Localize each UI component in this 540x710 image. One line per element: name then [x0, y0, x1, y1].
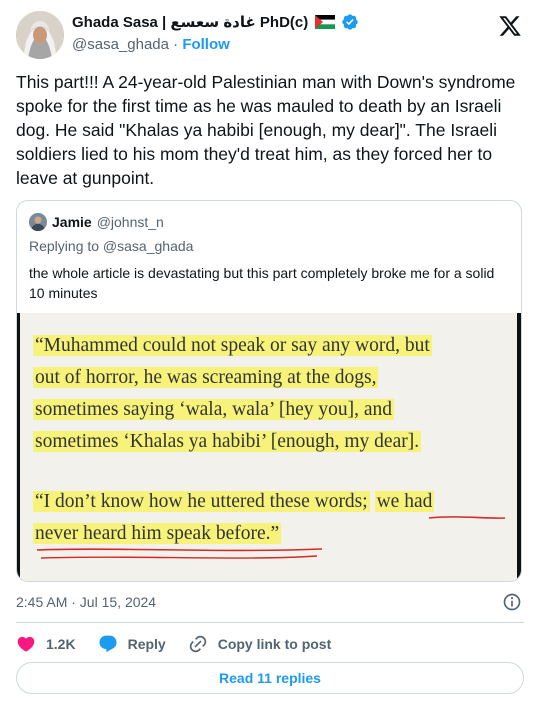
author-display-name[interactable]: Ghada Sasa | غادة سعسع PhD(c) — [72, 13, 308, 31]
copy-link-button[interactable]: Copy link to post — [188, 634, 332, 654]
red-underline-marks — [36, 516, 506, 559]
verified-badge-icon — [342, 14, 358, 30]
palestine-flag-icon — [315, 15, 336, 29]
copy-link-label: Copy link to post — [217, 636, 332, 652]
quote-header: Jamie @johnst_n — [29, 213, 164, 231]
reply-label: Reply — [127, 636, 166, 652]
reply-button[interactable]: Reply — [98, 634, 166, 654]
tweet-text: This part!!! A 24-year-old Palestinian m… — [16, 72, 516, 188]
action-bar: 1.2K Reply Copy link to post — [16, 632, 353, 656]
read-replies-button[interactable]: Read 11 replies — [16, 662, 524, 694]
link-icon — [189, 635, 206, 653]
handle-separator: · — [173, 36, 179, 53]
like-button[interactable]: 1.2K — [16, 634, 76, 654]
quote-author-name: Jamie — [52, 214, 92, 230]
author-handle[interactable]: @sasa_ghada — [72, 36, 169, 53]
author-avatar[interactable] — [16, 11, 64, 59]
avatar-image — [16, 11, 64, 59]
quote-article-image[interactable]: “Muhammed could not speak or say any wor… — [17, 313, 521, 581]
quote-replying-to: Replying to @sasa_ghada — [29, 238, 194, 254]
follow-button[interactable]: Follow — [182, 36, 230, 53]
quote-avatar — [29, 213, 47, 231]
quote-text: the whole article is devastating but thi… — [29, 265, 495, 301]
divider — [16, 622, 524, 623]
x-logo-icon[interactable] — [498, 14, 522, 38]
like-count: 1.2K — [46, 636, 76, 652]
quoted-tweet[interactable]: Jamie @johnst_n Replying to @sasa_ghada … — [16, 200, 522, 582]
quote-author-handle: @johnst_n — [96, 214, 164, 230]
info-icon[interactable] — [502, 592, 522, 612]
author-name-row[interactable]: Ghada Sasa | غادة سعسع PhD(c) — [72, 13, 359, 31]
tweet-timestamp[interactable]: 2:45 AM · Jul 15, 2024 — [16, 594, 156, 610]
reply-bubble-icon — [99, 635, 117, 653]
heart-icon — [17, 636, 35, 652]
author-handle-row: @sasa_ghada · Follow — [72, 36, 230, 53]
